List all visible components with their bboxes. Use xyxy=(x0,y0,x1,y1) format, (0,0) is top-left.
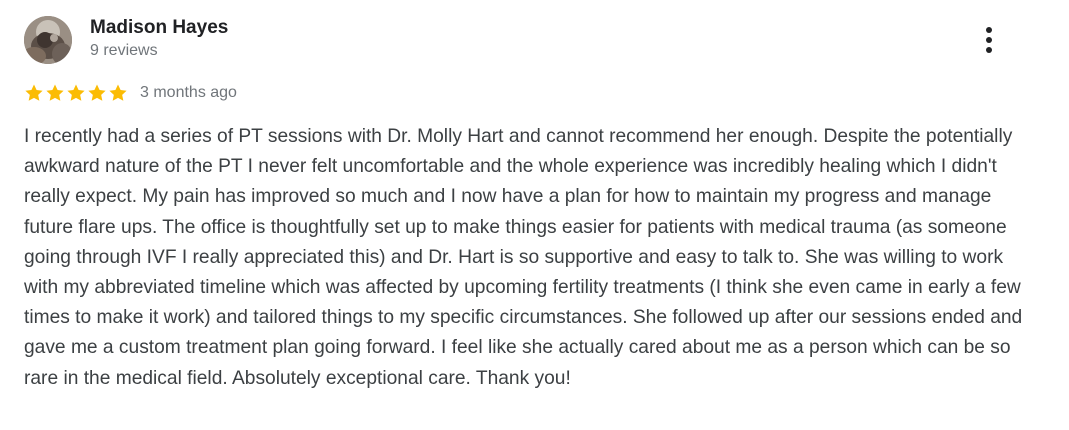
reviewer-review-count: 9 reviews xyxy=(90,42,158,59)
star-icon xyxy=(25,84,43,101)
review-text: I recently had a series of PT sessions w… xyxy=(24,126,1023,389)
star-rating xyxy=(24,83,128,103)
star-icon xyxy=(46,84,64,101)
star-icon xyxy=(67,84,85,101)
review-date: 3 months ago xyxy=(140,84,237,101)
review-card: Madison Hayes 9 reviews 3 months ago I r… xyxy=(0,0,1069,430)
reviewer-name[interactable]: Madison Hayes xyxy=(90,16,228,40)
more-options-button[interactable] xyxy=(972,22,1006,58)
avatar-image xyxy=(24,16,72,64)
star-icon xyxy=(109,84,127,101)
star-icon xyxy=(88,84,106,101)
rating-row: 3 months ago xyxy=(24,82,237,104)
more-vert-icon xyxy=(986,27,992,53)
reviewer-avatar[interactable] xyxy=(24,16,72,64)
